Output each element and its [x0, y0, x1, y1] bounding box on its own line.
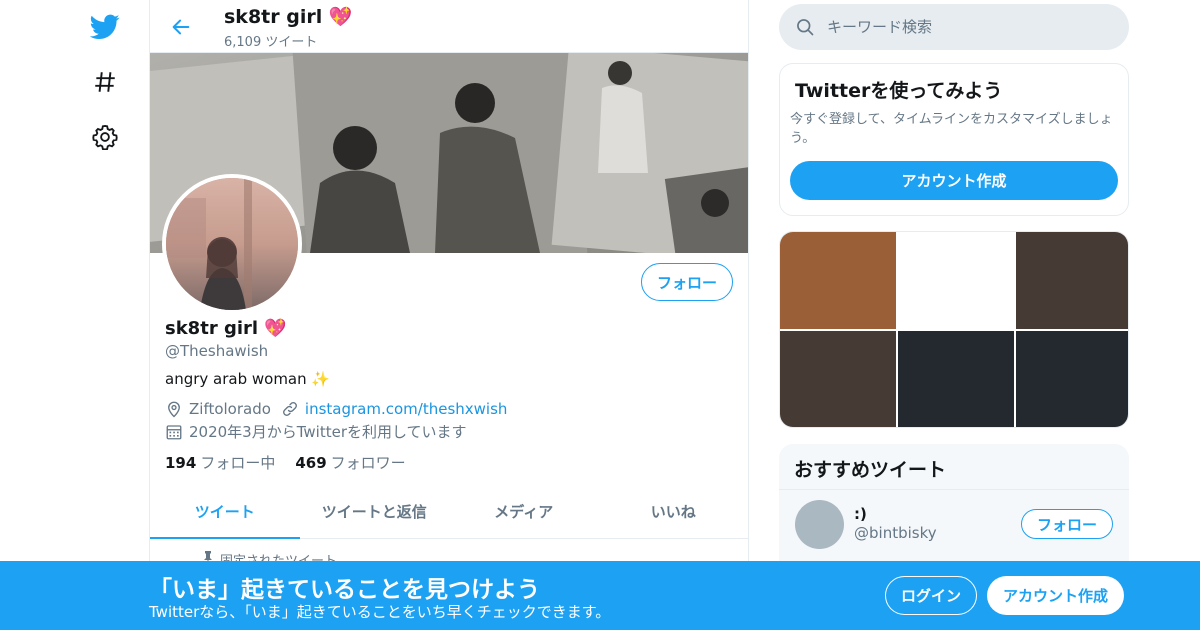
tab-tweets[interactable]: ツイート	[150, 484, 300, 539]
header-name-text: sk8tr girl	[224, 6, 323, 28]
signup-card-subtitle: 今すぐ登録して、タイムラインをカスタマイズしましょう。	[790, 112, 1113, 146]
following-label: フォロー中	[200, 454, 276, 472]
profile-website-link[interactable]: instagram.com/theshxwish	[305, 400, 508, 418]
tweet-count: 6,109 ツイート	[224, 35, 318, 50]
signup-banner: 「いま」起きていることを見つけよう Twitterなら、「いま」起きていることを…	[0, 561, 1200, 630]
media-thumbnail[interactable]	[898, 331, 1014, 427]
search-box[interactable]	[779, 4, 1129, 50]
media-grid	[779, 231, 1129, 428]
bio-text: angry arab woman	[165, 370, 307, 388]
search-icon	[795, 17, 815, 41]
header-name: sk8tr girl 💖	[224, 5, 353, 28]
recommended-follow-button[interactable]: フォロー	[1021, 509, 1113, 539]
profile-bio: angry arab woman ✨	[165, 370, 330, 388]
followers-label: フォロワー	[330, 454, 406, 472]
profile-meta-row: Ziftolorado instagram.com/theshxwish	[165, 400, 507, 418]
hashtag-icon[interactable]	[85, 62, 125, 102]
profile-name-text: sk8tr girl	[165, 318, 259, 339]
left-nav	[80, 0, 130, 630]
signup-button[interactable]: アカウント作成	[987, 576, 1124, 615]
back-arrow-icon[interactable]	[166, 12, 196, 42]
search-input[interactable]	[827, 12, 1107, 42]
tab-tweets-and-replies[interactable]: ツイートと返信	[300, 484, 450, 538]
gear-icon[interactable]	[85, 117, 125, 157]
recommended-user-handle: @bintbisky	[854, 524, 937, 542]
media-thumbnail[interactable]	[780, 232, 896, 329]
profile-joined-row: 2020年3月からTwitterを利用しています	[165, 421, 467, 442]
recommended-user-avatar[interactable]	[795, 500, 844, 549]
signup-banner-subtitle: Twitterなら、「いま」起きていることをいち早くチェックできます。	[149, 603, 611, 621]
profile-column: sk8tr girl 💖 6,109 ツイート フォロー sk8tr girl …	[149, 0, 749, 630]
recommended-title: おすすめツイート	[794, 459, 947, 481]
media-thumbnail[interactable]	[1016, 331, 1128, 427]
profile-header-bar: sk8tr girl 💖 6,109 ツイート	[150, 0, 748, 53]
followers-count-link[interactable]: 469 フォロワー	[295, 452, 405, 473]
tab-media[interactable]: メディア	[449, 484, 599, 538]
calendar-icon	[165, 423, 183, 441]
follow-counts: 194 フォロー中 469 フォロワー	[165, 452, 406, 473]
login-button[interactable]: ログイン	[885, 576, 977, 615]
following-count-link[interactable]: 194 フォロー中	[165, 452, 275, 473]
signup-card: Twitterを使ってみよう 今すぐ登録して、タイムラインをカスタマイズしましょ…	[779, 63, 1129, 216]
followers-count: 469	[295, 454, 327, 472]
divider	[779, 489, 1129, 490]
sparkling-heart-emoji: 💖	[328, 6, 353, 28]
twitter-logo-icon[interactable]	[85, 7, 125, 47]
media-thumbnail[interactable]	[780, 331, 896, 427]
media-thumbnail[interactable]	[898, 232, 1014, 329]
following-count: 194	[165, 454, 197, 472]
media-thumbnail[interactable]	[1016, 232, 1128, 329]
sparkling-heart-emoji: 💖	[264, 318, 287, 339]
follow-button[interactable]: フォロー	[641, 263, 733, 301]
sparkles-emoji: ✨	[311, 370, 331, 388]
profile-location: Ziftolorado	[189, 400, 271, 418]
profile-joined: 2020年3月からTwitterを利用しています	[189, 423, 467, 441]
profile-tabs: ツイート ツイートと返信 メディア いいね	[150, 484, 748, 539]
profile-handle: @Theshawish	[165, 342, 269, 360]
link-icon	[281, 400, 299, 418]
profile-name: sk8tr girl 💖	[165, 318, 287, 339]
create-account-button[interactable]: アカウント作成	[790, 161, 1118, 200]
recommended-user-name[interactable]: :)	[854, 505, 867, 523]
signup-card-title: Twitterを使ってみよう	[795, 80, 1003, 102]
location-pin-icon	[165, 400, 183, 418]
signup-banner-title: 「いま」起きていることを見つけよう	[149, 577, 540, 603]
tab-likes[interactable]: いいね	[599, 484, 749, 538]
profile-avatar[interactable]	[162, 174, 302, 314]
